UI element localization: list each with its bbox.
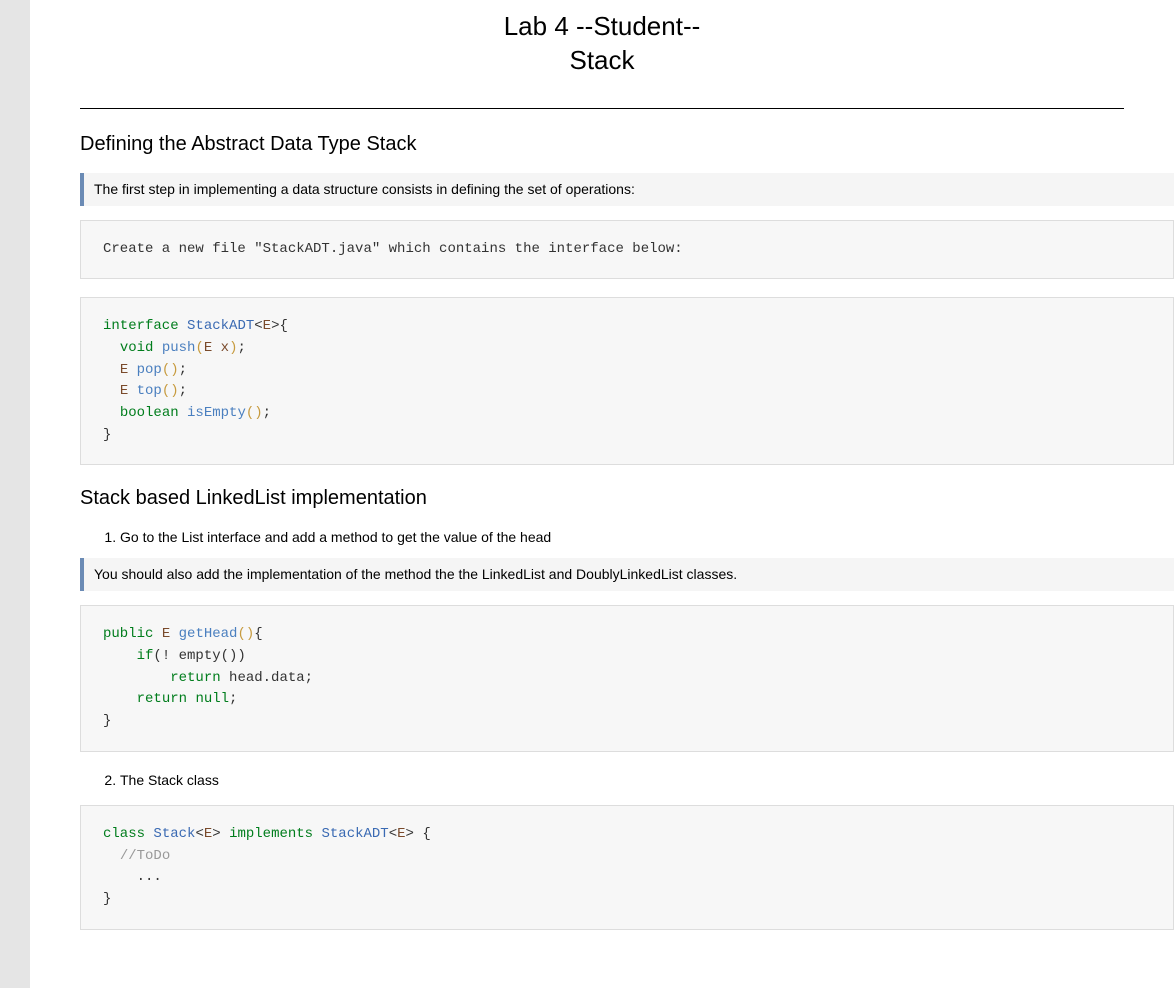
code-text: Create a new file "StackADT.java" which …	[103, 241, 683, 257]
callout-define-ops: The first step in implementing a data st…	[80, 173, 1174, 206]
steps-list: Go to the List interface and add a metho…	[80, 527, 1174, 548]
codeblock-stackclass: class Stack<E> implements StackADT<E> { …	[80, 805, 1174, 930]
callout-impl-method: You should also add the implementation o…	[80, 558, 1174, 591]
codeblock-stackadt: interface StackADT<E>{ void push(E x); E…	[80, 297, 1174, 465]
step-2: The Stack class	[120, 770, 1174, 791]
title-block: Lab 4 --Student-- Stack	[30, 10, 1174, 98]
title-line-1: Lab 4 --Student--	[504, 11, 701, 41]
page-title: Lab 4 --Student-- Stack	[50, 10, 1154, 78]
document-page: Lab 4 --Student-- Stack Defining the Abs…	[30, 0, 1174, 988]
codeblock-gethead: public E getHead(){ if(! empty()) return…	[80, 605, 1174, 751]
section-heading-linkedlist: Stack based LinkedList implementation	[80, 483, 1174, 513]
steps-list-2: The Stack class	[80, 770, 1174, 791]
callout-text-2: You should also add the implementation o…	[94, 566, 737, 582]
codeblock-instruction: Create a new file "StackADT.java" which …	[80, 220, 1174, 280]
step-1: Go to the List interface and add a metho…	[120, 527, 1174, 548]
content: Defining the Abstract Data Type Stack Th…	[30, 129, 1174, 930]
callout-text: The first step in implementing a data st…	[94, 181, 635, 197]
title-rule	[80, 108, 1124, 109]
section-heading-adt: Defining the Abstract Data Type Stack	[80, 129, 1174, 159]
title-line-2: Stack	[569, 45, 634, 75]
